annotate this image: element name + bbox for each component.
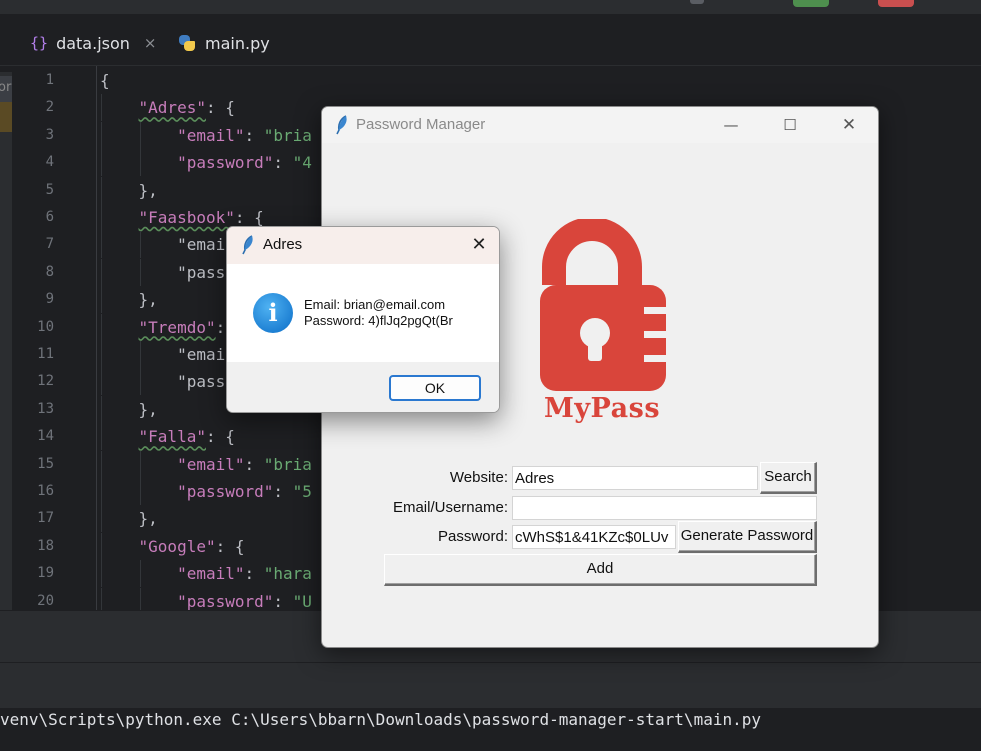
- run-panel-header: [0, 662, 981, 708]
- line-number: 12: [37, 373, 54, 390]
- window-title-bar[interactable]: Password Manager — ☐ ✕: [322, 107, 878, 143]
- line-number: 5: [45, 181, 54, 198]
- info-dialog: Adres ✕ i Email: brian@email.com Passwor…: [226, 226, 500, 413]
- tab-label: main.py: [205, 33, 270, 53]
- code-text: },: [100, 399, 158, 419]
- tk-feather-icon: [242, 235, 253, 255]
- dialog-email-line: Email: brian@email.com: [304, 297, 446, 312]
- line-number: 7: [45, 236, 54, 253]
- line-number: 14: [37, 428, 54, 445]
- password-label: Password:: [437, 528, 508, 545]
- line-number: 17: [37, 510, 54, 527]
- line-number: 1: [45, 72, 54, 88]
- tk-feather-icon: [336, 115, 347, 135]
- tab-data-json[interactable]: {} data.json ×: [30, 28, 156, 58]
- line-number: 2: [45, 99, 54, 116]
- code-text: "email": "bria: [177, 454, 312, 474]
- line-number: 19: [37, 565, 54, 582]
- code-text: },: [100, 180, 158, 200]
- code-text: "password": "5: [177, 482, 312, 501]
- line-number: 16: [37, 483, 54, 499]
- dialog-message: Email: brian@email.com Password: 4)flJq2…: [304, 297, 453, 329]
- line-number: 4: [45, 154, 54, 171]
- code-text: {: [100, 71, 110, 90]
- editor-tab-bar: {} data.json × main.py: [0, 14, 981, 79]
- generate-password-button[interactable]: Generate Password: [678, 521, 817, 553]
- python-icon: [178, 34, 196, 52]
- search-button[interactable]: Search: [760, 462, 817, 494]
- line-number: 8: [45, 263, 54, 280]
- line-number: 9: [45, 291, 54, 308]
- line-number: 18: [37, 537, 54, 554]
- padlock-icon: [540, 217, 666, 391]
- dialog-password-line: Password: 4)flJq2pgQt(Br: [304, 313, 453, 328]
- run-button[interactable]: [793, 0, 829, 7]
- logo-wordmark: MyPass: [543, 393, 661, 424]
- dialog-title-bar[interactable]: Adres ✕: [227, 227, 499, 264]
- email-input[interactable]: [512, 496, 817, 520]
- dialog-title: Adres: [263, 236, 303, 253]
- ide-title-bar: [0, 0, 981, 14]
- project-panel-edge[interactable]: or: [0, 72, 12, 610]
- code-text: "emai: [100, 235, 226, 255]
- minimize-icon[interactable]: —: [721, 115, 741, 135]
- close-dialog-icon[interactable]: ✕: [469, 235, 489, 255]
- tab-label: data.json: [56, 33, 130, 53]
- maximize-icon[interactable]: ☐: [780, 115, 800, 135]
- line-number: 6: [45, 209, 54, 225]
- line-number: 10: [37, 318, 54, 335]
- code-text: },: [100, 509, 158, 529]
- line-number: 13: [37, 400, 54, 417]
- code-text: "Falla": {: [138, 427, 235, 447]
- tab-main-py[interactable]: main.py: [178, 28, 270, 58]
- add-button[interactable]: Add: [384, 554, 817, 586]
- ok-button[interactable]: OK: [389, 375, 481, 401]
- line-number: 20: [37, 592, 54, 609]
- titlebar-widget[interactable]: [690, 0, 704, 4]
- code-text: "Tremdo":: [138, 317, 226, 337]
- code-line: 1{: [0, 67, 981, 94]
- code-text: "pass: [100, 372, 226, 392]
- gutter-separator: [96, 66, 97, 610]
- website-label: Website:: [449, 469, 508, 486]
- line-number: 11: [37, 346, 54, 362]
- code-text: },: [100, 290, 158, 310]
- info-icon: i: [253, 293, 293, 333]
- close-window-icon[interactable]: ✕: [839, 115, 859, 135]
- code-text: "pass: [100, 262, 226, 282]
- code-text: "Google": {: [138, 536, 245, 556]
- project-panel-text: or: [0, 80, 12, 95]
- password-input[interactable]: cWhS$1&41KZc$0LUv: [512, 525, 676, 549]
- line-number: 15: [37, 455, 54, 472]
- window-title: Password Manager: [356, 116, 486, 133]
- stop-button[interactable]: [878, 0, 914, 7]
- mypass-logo: MyPass: [532, 217, 672, 434]
- email-label: Email/Username:: [392, 499, 508, 516]
- code-text: "password": "U: [177, 591, 312, 610]
- json-braces-icon: {}: [30, 34, 49, 52]
- code-text: "email": "bria: [177, 125, 312, 145]
- code-text: "password": "4: [177, 153, 312, 173]
- console-command-text: venv\Scripts\python.exe C:\Users\bbarn\D…: [0, 710, 761, 729]
- code-text: "emai: [100, 345, 226, 364]
- code-text: "Adres": {: [138, 98, 235, 118]
- website-input[interactable]: Adres: [512, 466, 758, 490]
- close-tab-icon[interactable]: ×: [144, 34, 157, 52]
- line-number: 3: [45, 126, 54, 143]
- code-text: "email": "hara: [177, 564, 312, 584]
